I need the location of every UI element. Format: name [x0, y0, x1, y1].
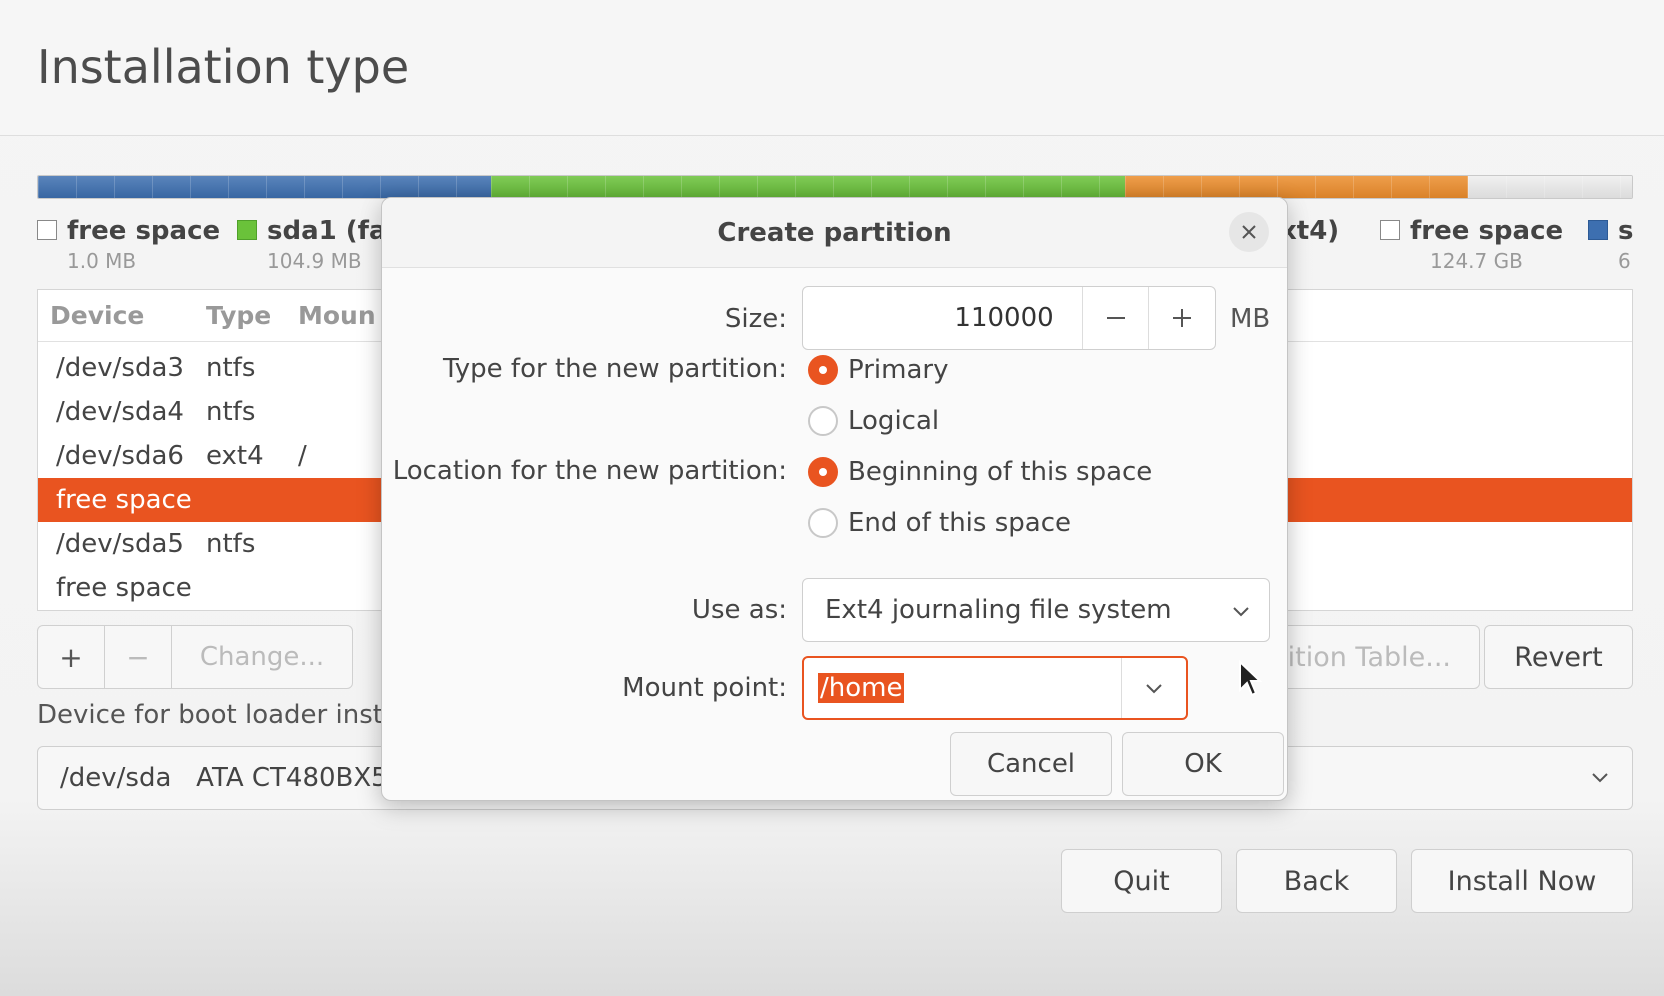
- back-button[interactable]: Back: [1236, 849, 1397, 913]
- ok-button[interactable]: OK: [1122, 732, 1284, 796]
- cell-device: free space: [56, 573, 192, 603]
- legend-swatch: [1588, 220, 1608, 240]
- radio-label: Logical: [848, 406, 940, 436]
- legend-item-free-space-1: free space 1.0 MB: [37, 216, 220, 273]
- cell-device: free space: [56, 485, 192, 515]
- create-partition-dialog: Create partition Size: 110000 MB Type fo…: [381, 197, 1288, 801]
- legend-item-ext4: xt4): [1280, 216, 1339, 246]
- mount-point-value: /home: [818, 673, 905, 703]
- chevron-down-icon: [1592, 773, 1608, 783]
- cell-type: ntfs: [206, 529, 256, 559]
- size-spinner[interactable]: 110000: [802, 286, 1216, 350]
- close-icon: [1242, 225, 1256, 239]
- legend-name: xt4): [1280, 216, 1340, 246]
- legend-name: s: [1618, 216, 1634, 246]
- radio-label: Primary: [848, 355, 949, 385]
- bootloader-label: Device for boot loader inst: [37, 700, 383, 730]
- remove-partition-button[interactable]: −: [104, 625, 172, 689]
- size-decrease-button[interactable]: [1081, 287, 1149, 349]
- cell-type: ext4: [206, 441, 264, 471]
- partition-bar-segment: [38, 176, 491, 198]
- chevron-down-icon: [1233, 607, 1249, 617]
- add-partition-button[interactable]: +: [37, 625, 105, 689]
- legend-swatch: [237, 220, 257, 240]
- dialog-header: Create partition: [382, 198, 1287, 268]
- mount-point-label: Mount point:: [622, 673, 787, 703]
- size-unit: MB: [1230, 304, 1271, 334]
- radio-logical[interactable]: Logical: [808, 406, 939, 436]
- legend-size: 6: [1618, 249, 1631, 273]
- legend-name: sda1 (fa: [267, 216, 387, 246]
- radio-selected-icon: [808, 355, 838, 385]
- legend-item-s: s 6: [1588, 216, 1633, 273]
- cell-type: ntfs: [206, 353, 256, 383]
- legend-name: free space: [67, 216, 221, 246]
- legend-swatch: [37, 220, 57, 240]
- radio-label: Beginning of this space: [848, 457, 1153, 487]
- legend-item-free-space-2: free space 124.7 GB: [1380, 216, 1563, 273]
- change-partition-button[interactable]: Change...: [171, 625, 353, 689]
- radio-selected-icon: [808, 457, 838, 487]
- minus-icon: [1106, 317, 1125, 319]
- use-as-select[interactable]: Ext4 journaling file system: [802, 578, 1270, 642]
- mount-point-input[interactable]: /home: [804, 658, 1122, 718]
- radio-label: End of this space: [848, 508, 1071, 538]
- size-input[interactable]: 110000: [803, 287, 1082, 349]
- page-title: Installation type: [37, 40, 410, 94]
- bootloader-value: /dev/sda ATA CT480BX5: [60, 763, 388, 793]
- cell-device: /dev/sda3: [56, 353, 184, 383]
- legend-size: 104.9 MB: [267, 249, 362, 273]
- partition-bar-segment: [1125, 176, 1468, 198]
- location-label: Location for the new partition:: [392, 456, 787, 486]
- radio-unselected-icon: [808, 508, 838, 538]
- size-increase-button[interactable]: [1148, 287, 1215, 349]
- dialog-title: Create partition: [717, 218, 952, 248]
- column-device[interactable]: Device: [38, 301, 198, 330]
- mouse-cursor-icon: [1239, 660, 1262, 697]
- close-button[interactable]: [1229, 212, 1269, 252]
- installer-window: Installation type free space 1.0 MB sda1…: [0, 0, 1664, 996]
- size-label: Size:: [724, 304, 787, 334]
- type-label: Type for the new partition:: [442, 354, 787, 384]
- quit-button[interactable]: Quit: [1061, 849, 1222, 913]
- cell-device: /dev/sda5: [56, 529, 184, 559]
- use-as-label: Use as:: [691, 595, 787, 625]
- install-now-button[interactable]: Install Now: [1411, 849, 1633, 913]
- radio-primary[interactable]: Primary: [808, 355, 948, 385]
- use-as-value: Ext4 journaling file system: [825, 595, 1172, 625]
- legend-swatch: [1380, 220, 1400, 240]
- chevron-down-icon: [1146, 684, 1162, 694]
- column-type[interactable]: Type: [198, 301, 290, 330]
- cell-device: /dev/sda6: [56, 441, 184, 471]
- plus-icon: [1173, 309, 1192, 327]
- cancel-button[interactable]: Cancel: [950, 732, 1112, 796]
- mount-point-combo[interactable]: /home: [802, 656, 1188, 720]
- mount-point-dropdown-button[interactable]: [1122, 678, 1186, 698]
- radio-beginning[interactable]: Beginning of this space: [808, 457, 1152, 487]
- legend-item-sda1: sda1 (fa 104.9 MB: [237, 216, 387, 273]
- legend-size: 1.0 MB: [67, 249, 137, 273]
- radio-end[interactable]: End of this space: [808, 508, 1071, 538]
- cell-device: /dev/sda4: [56, 397, 184, 427]
- header: Installation type: [0, 0, 1664, 136]
- revert-button[interactable]: Revert: [1484, 625, 1633, 689]
- partition-bar-segment: [490, 176, 1126, 198]
- cell-type: ntfs: [206, 397, 256, 427]
- radio-unselected-icon: [808, 406, 838, 436]
- partition-bar-segment: [1467, 176, 1632, 198]
- partition-bar: [37, 175, 1633, 199]
- legend-name: free space: [1410, 216, 1564, 246]
- legend-size: 124.7 GB: [1430, 249, 1523, 273]
